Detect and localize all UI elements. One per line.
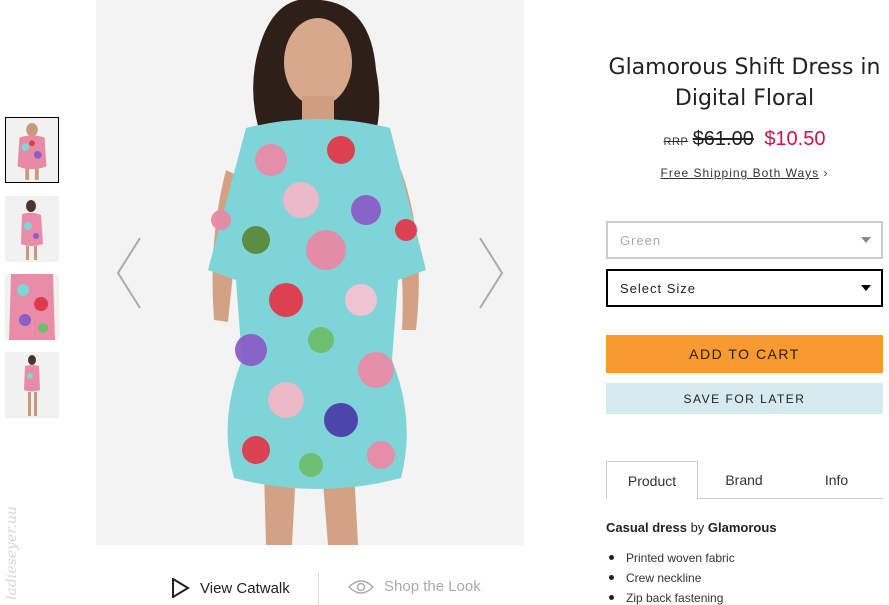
product-main-image: [96, 0, 524, 545]
eye-icon: [348, 579, 374, 594]
free-shipping-row: Free Shipping Both Ways ›: [606, 166, 883, 180]
divider: [318, 572, 319, 605]
color-select[interactable]: Green: [606, 221, 883, 259]
rrp-label: RRP: [663, 136, 689, 148]
tab-brand[interactable]: Brand: [698, 461, 790, 499]
product-type: Casual dress: [606, 520, 687, 535]
list-item: Zip back fastening: [606, 589, 883, 605]
chevron-down-icon: [861, 237, 871, 243]
sale-price: $10.50: [764, 128, 826, 150]
watermark-text: ladieseyer.uu: [4, 506, 20, 600]
tab-product[interactable]: Product: [606, 461, 698, 500]
image-actions-bar: View Catwalk Shop the Look: [96, 570, 524, 605]
thumbnail-4[interactable]: [5, 352, 59, 418]
brand-name: Glamorous: [707, 520, 777, 535]
shop-the-look-label: Shop the Look: [384, 578, 481, 595]
product-details-list: Printed woven fabric Crew neckline Zip b…: [606, 549, 883, 605]
product-title-line-1: Glamorous Shift Dress in: [608, 55, 881, 80]
by-text: by: [690, 520, 705, 535]
color-select-value: Green: [620, 232, 662, 248]
view-catwalk-button[interactable]: View Catwalk: [170, 578, 290, 598]
product-description: Casual dress by Glamorous: [606, 520, 883, 535]
view-catwalk-label: View Catwalk: [200, 579, 290, 597]
thumbnail-image: [6, 118, 58, 182]
thumbnail-image: [5, 274, 59, 340]
add-to-cart-button[interactable]: ADD TO CART: [606, 335, 883, 373]
tab-info[interactable]: Info: [790, 461, 883, 499]
shop-the-look-button[interactable]: Shop the Look: [348, 578, 481, 595]
thumbnail-3[interactable]: [5, 274, 59, 340]
thumbnail-2[interactable]: [5, 196, 59, 262]
thumbnail-image: [5, 352, 59, 418]
free-shipping-link[interactable]: Free Shipping Both Ways: [661, 166, 820, 180]
thumbnail-1[interactable]: [5, 117, 59, 183]
old-price: $61.00: [692, 128, 754, 150]
list-item: Printed woven fabric: [606, 549, 883, 569]
price-row: RRP $61.00 $10.50: [606, 128, 883, 151]
save-for-later-button[interactable]: SAVE FOR LATER: [606, 383, 883, 414]
chevron-down-icon: [861, 285, 871, 291]
model-photo: [96, 0, 524, 545]
previous-image-arrow-icon[interactable]: [114, 236, 144, 310]
chevron-right-icon: ›: [823, 166, 829, 180]
product-info-tabs: Product Brand Info: [606, 461, 883, 500]
size-select[interactable]: Select Size: [606, 269, 883, 307]
product-title: Glamorous Shift Dress in Digital Floral: [606, 52, 883, 114]
list-item: Crew neckline: [606, 569, 883, 589]
play-icon: [172, 578, 190, 598]
product-title-line-2: Digital Floral: [674, 86, 815, 111]
size-select-value: Select Size: [620, 280, 697, 296]
thumbnail-image: [5, 196, 59, 262]
next-image-arrow-icon[interactable]: [476, 236, 506, 310]
